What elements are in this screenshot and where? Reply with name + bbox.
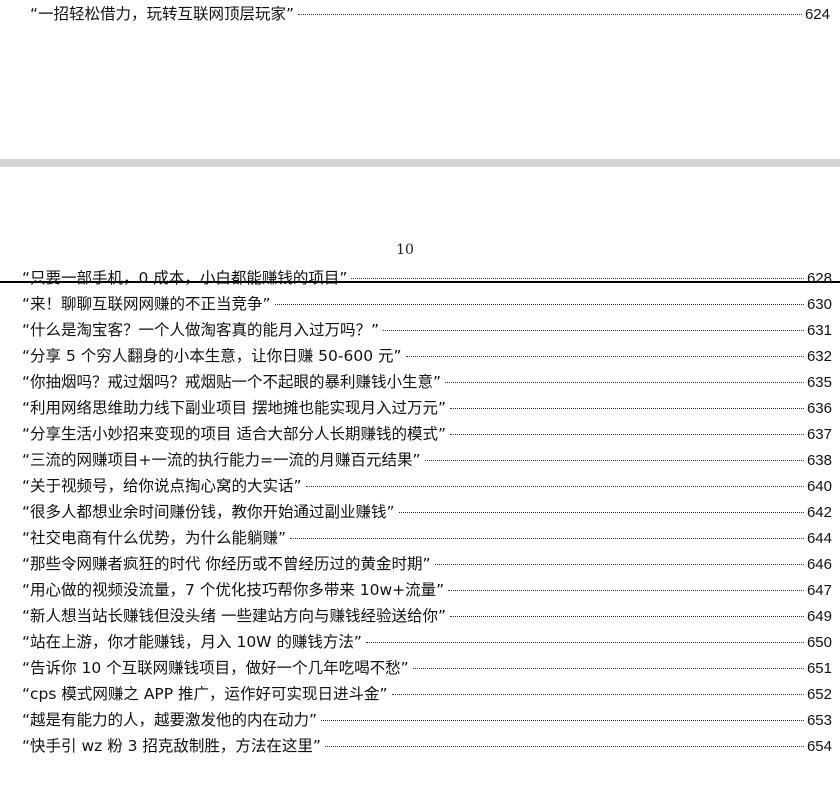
toc-entry: “关于视频号，给你说点掏心窝的大实话” 640 (22, 476, 832, 497)
dot-leader (448, 590, 804, 591)
dot-leader (450, 408, 804, 409)
toc-entry-title: “分享生活小妙招来变现的项目 适合大部分人长期赚钱的模式” (22, 425, 446, 443)
toc-entry-title: “新人想当站长赚钱但没头绪 一些建站方向与赚钱经验送给你” (22, 607, 446, 625)
toc-entry: “那些令网赚者疯狂的时代 你经历或不曾经历过的黄金时期” 646 (22, 554, 832, 575)
toc-entry: “很多人都想业余时间赚份钱，教你开始通过副业赚钱” 642 (22, 502, 832, 523)
toc-entry: “越是有能力的人，越要激发他的内在动力” 653 (22, 710, 832, 731)
toc-entry-title: “告诉你 10 个互联网赚钱项目，做好一个几年吃喝不愁” (22, 659, 409, 677)
dot-leader (321, 720, 804, 721)
toc-entry-page: 650 (806, 634, 832, 651)
toc-entry-page: 652 (806, 686, 832, 703)
dot-leader (450, 434, 804, 435)
dot-leader (445, 382, 804, 383)
toc-entry: “你抽烟吗？戒过烟吗？戒烟贴一个不起眼的暴利赚钱小生意” 635 (22, 372, 832, 393)
toc-entry: “告诉你 10 个互联网赚钱项目，做好一个几年吃喝不愁” 651 (22, 658, 832, 679)
dot-leader (274, 304, 804, 305)
toc-entry-page: 644 (806, 530, 832, 547)
toc-entry: “用心做的视频没流量，7 个优化技巧帮你多带来 10w+流量” 647 (22, 580, 832, 601)
dot-leader (405, 356, 804, 357)
toc-entry: “分享生活小妙招来变现的项目 适合大部分人长期赚钱的模式” 637 (22, 424, 832, 445)
toc-entry-title: “社交电商有什么优势，为什么能躺赚” (22, 529, 287, 547)
toc-entry: “利用网络思维助力线下副业项目 摆地摊也能实现月入过万元” 636 (22, 398, 832, 419)
toc-entry: “新人想当站长赚钱但没头绪 一些建站方向与赚钱经验送给你” 649 (22, 606, 832, 627)
toc-entry-page: 640 (806, 478, 832, 495)
dot-leader (305, 486, 804, 487)
toc-entry-title: “什么是淘宝客？一个人做淘客真的能月入过万吗？” (22, 321, 380, 339)
toc-entry-page: 635 (806, 374, 832, 391)
toc-entry-page: 651 (806, 660, 832, 677)
dot-leader (290, 538, 804, 539)
toc-entry: “来！聊聊互联网网赚的不正当竞争” 630 (22, 294, 832, 315)
toc-entry-page: 631 (806, 322, 832, 339)
toc-entry-title: “很多人都想业余时间赚份钱，教你开始通过副业赚钱” (22, 503, 395, 521)
toc-entry-title: “来！聊聊互联网网赚的不正当竞争” (22, 295, 271, 313)
toc-entry-title: “快手引 wz 粉 3 招克敌制胜，方法在这里” (22, 737, 321, 755)
toc-entry: “站在上游，你才能赚钱，月入 10W 的赚钱方法” 650 (22, 632, 832, 653)
page-separator (0, 159, 840, 167)
toc-entry-title: “三流的网赚项目+一流的执行能力=一流的月赚百元结果” (22, 451, 421, 469)
toc-entry-title: “用心做的视频没流量，7 个优化技巧帮你多带来 10w+流量” (22, 581, 445, 599)
dot-leader (351, 278, 804, 279)
toc-entry-page: 642 (806, 504, 832, 521)
toc-entry-title: “关于视频号，给你说点掏心窝的大实话” (22, 477, 302, 495)
toc-entry-title: “站在上游，你才能赚钱，月入 10W 的赚钱方法” (22, 633, 362, 651)
dot-leader (383, 330, 804, 331)
toc-entry: “分享 5 个穷人翻身的小本生意，让你日赚 50-600 元” 632 (22, 346, 832, 367)
toc-entry-title: “那些令网赚者疯狂的时代 你经历或不曾经历过的黄金时期” (22, 555, 431, 573)
dot-leader (412, 668, 804, 669)
toc-entry: “社交电商有什么优势，为什么能躺赚” 644 (22, 528, 832, 549)
dot-leader (398, 512, 804, 513)
dot-leader (298, 14, 802, 15)
toc-entry: “三流的网赚项目+一流的执行能力=一流的月赚百元结果” 638 (22, 450, 832, 471)
toc-entry-page: 649 (806, 608, 832, 625)
toc-entry-title: “你抽烟吗？戒过烟吗？戒烟贴一个不起眼的暴利赚钱小生意” (22, 373, 442, 391)
toc-entry-page: 630 (806, 296, 832, 313)
dot-leader (365, 642, 804, 643)
toc-entry: “只要一部手机，0 成本，小白都能赚钱的项目” 628 (22, 268, 832, 289)
toc-entry-page: 638 (806, 452, 832, 469)
dot-leader (324, 746, 804, 747)
toc-entry: “cps 模式网赚之 APP 推广，运作好可实现日进斗金” 652 (22, 684, 832, 705)
toc-entry-page: 647 (806, 582, 832, 599)
toc-entry-title: “分享 5 个穷人翻身的小本生意，让你日赚 50-600 元” (22, 347, 402, 365)
dot-leader (391, 694, 804, 695)
toc-entry-page: 646 (806, 556, 832, 573)
dot-leader (450, 616, 804, 617)
toc-entry-page: 653 (806, 712, 832, 729)
toc-entry-title: “利用网络思维助力线下副业项目 摆地摊也能实现月入过万元” (22, 399, 446, 417)
toc-entry-title: “越是有能力的人，越要激发他的内在动力” (22, 711, 318, 729)
toc-entry-page: 654 (806, 738, 832, 755)
toc-entry: “一招轻松借力，玩转互联网顶层玩家” 624 (30, 4, 830, 25)
dot-leader (434, 564, 804, 565)
toc-entry-page: 628 (806, 270, 832, 287)
dot-leader (424, 460, 804, 461)
toc-entry-page: 636 (806, 400, 832, 417)
toc-entry-title: “一招轻松借力，玩转互联网顶层玩家” (30, 5, 295, 23)
toc-entry-page: 624 (804, 6, 830, 23)
toc-entry-title: “只要一部手机，0 成本，小白都能赚钱的项目” (22, 269, 348, 287)
toc-entry: “快手引 wz 粉 3 招克敌制胜，方法在这里” 654 (22, 736, 832, 757)
toc-entry-page: 632 (806, 348, 832, 365)
toc-entry-title: “cps 模式网赚之 APP 推广，运作好可实现日进斗金” (22, 685, 388, 703)
toc-entry-page: 637 (806, 426, 832, 443)
toc-entry: “什么是淘宝客？一个人做淘客真的能月入过万吗？” 631 (22, 320, 832, 341)
page-number: 10 (396, 242, 414, 258)
